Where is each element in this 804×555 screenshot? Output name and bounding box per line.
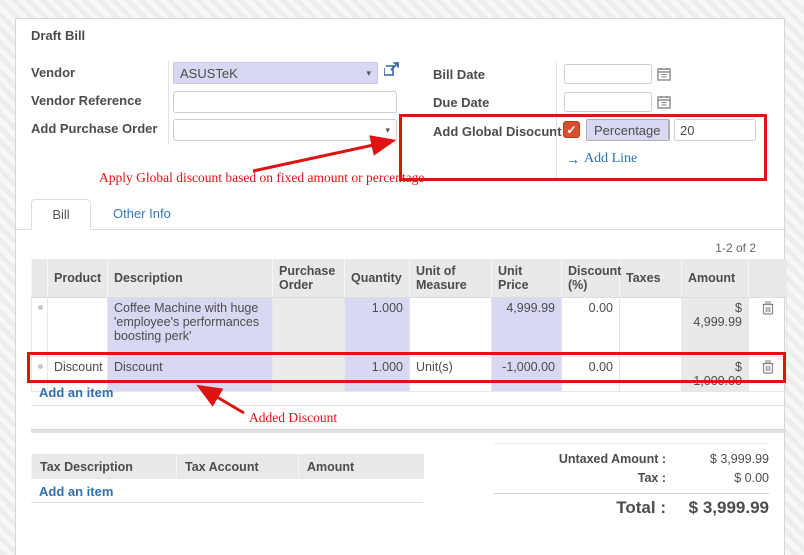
- tax-list-bottom-border: [31, 502, 423, 503]
- row-handle[interactable]: [32, 297, 48, 356]
- trash-icon[interactable]: [762, 304, 774, 318]
- cell-discount[interactable]: 0.00: [562, 356, 620, 391]
- global-discount-label: Add Global Disocunt: [433, 124, 562, 139]
- discount-type-value: Percentage: [587, 120, 668, 140]
- due-date-label: Due Date: [433, 95, 489, 110]
- table-row-discount: Discount Discount 1.000 Unit(s) -1,000.0…: [32, 356, 787, 391]
- column-handle: [32, 259, 48, 297]
- tab-bill[interactable]: Bill: [31, 199, 91, 230]
- cell-amount: $ 4,999.99: [682, 297, 749, 356]
- column-purchase-order: Purchase Order: [273, 259, 345, 297]
- pager[interactable]: 1-2 of 2: [606, 241, 756, 255]
- column-tax-description: Tax Description: [32, 454, 177, 479]
- list-bottom-border: [31, 405, 786, 406]
- global-discount-checkbox[interactable]: ✓: [563, 121, 580, 138]
- cell-unit-of-measure[interactable]: [410, 297, 492, 356]
- column-discount: Discount (%): [562, 259, 620, 297]
- column-tax-amount: Amount: [299, 454, 424, 479]
- tax-label: Tax :: [494, 471, 666, 485]
- vendor-select[interactable]: ASUSTeK ▾: [173, 62, 378, 84]
- calendar-icon[interactable]: [657, 95, 671, 109]
- table-row: Coffee Machine with huge 'employee's per…: [32, 297, 787, 356]
- due-date-field: [564, 92, 671, 112]
- cell-description[interactable]: Coffee Machine with huge 'employee's per…: [108, 297, 273, 356]
- column-taxes: Taxes: [620, 259, 682, 297]
- cell-taxes[interactable]: [620, 356, 682, 391]
- cell-quantity[interactable]: 1.000: [345, 297, 410, 356]
- check-icon: ✓: [566, 123, 576, 137]
- column-quantity: Quantity: [345, 259, 410, 297]
- vendor-reference-field-wrap: [173, 91, 397, 113]
- delete-row-cell: [749, 297, 787, 356]
- form-divider-left: [168, 61, 169, 145]
- delete-row-cell: [749, 356, 787, 391]
- tab-divider: [16, 229, 786, 230]
- totals-panel: Untaxed Amount : $ 3,999.99 Tax : $ 0.00…: [494, 443, 769, 518]
- drag-handle-icon: [38, 364, 43, 369]
- column-product: Product: [48, 259, 108, 297]
- bill-date-label: Bill Date: [433, 67, 485, 82]
- untaxed-amount-value: $ 3,999.99: [666, 452, 769, 466]
- total-label: Total :: [494, 498, 666, 518]
- vendor-reference-input[interactable]: [173, 91, 397, 113]
- cell-purchase-order[interactable]: [273, 297, 345, 356]
- vendor-select-value: ASUSTeK: [180, 66, 238, 81]
- chevron-down-icon: ▾: [385, 125, 390, 136]
- totals-divider: [494, 493, 769, 494]
- cell-purchase-order[interactable]: [273, 356, 345, 391]
- bill-date-input[interactable]: [564, 64, 652, 84]
- vendor-label: Vendor: [31, 65, 75, 80]
- cell-unit-price[interactable]: -1,000.00: [492, 356, 562, 391]
- add-line-label: Add Line: [584, 151, 637, 167]
- due-date-input[interactable]: [564, 92, 652, 112]
- bill-date-field: [564, 64, 671, 84]
- column-unit-of-measure: Unit of Measure: [410, 259, 492, 297]
- cell-taxes[interactable]: [620, 297, 682, 356]
- chevron-down-icon: ▾: [668, 120, 671, 140]
- chevron-down-icon: ▾: [366, 68, 371, 79]
- cell-description[interactable]: Discount: [108, 356, 273, 391]
- column-tax-account: Tax Account: [177, 454, 299, 479]
- tab-other-info[interactable]: Other Info: [113, 206, 171, 221]
- tax-row: Tax : $ 0.00: [494, 471, 769, 485]
- add-tax-item-link[interactable]: Add an item: [39, 484, 113, 499]
- trash-icon[interactable]: [762, 363, 774, 377]
- column-unit-price: Unit Price: [492, 259, 562, 297]
- discount-value-field-wrap: [674, 119, 756, 141]
- total-row: Total : $ 3,999.99: [494, 498, 769, 518]
- add-item-link[interactable]: Add an item: [39, 385, 113, 400]
- list-scroll-bar[interactable]: [31, 429, 786, 433]
- totals-top-border: [494, 443, 769, 444]
- vendor-reference-label: Vendor Reference: [31, 93, 142, 108]
- cell-discount[interactable]: 0.00: [562, 297, 620, 356]
- add-purchase-order-label: Add Purchase Order: [31, 121, 157, 136]
- column-description: Description: [108, 259, 273, 297]
- calendar-icon[interactable]: [657, 67, 671, 81]
- untaxed-amount-label: Untaxed Amount :: [494, 452, 666, 466]
- cell-unit-of-measure[interactable]: Unit(s): [410, 356, 492, 391]
- untaxed-amount-row: Untaxed Amount : $ 3,999.99: [494, 452, 769, 466]
- add-purchase-order-select[interactable]: ▾: [173, 119, 397, 141]
- column-amount: Amount: [682, 259, 749, 297]
- cell-quantity[interactable]: 1.000: [345, 356, 410, 391]
- discount-type-select[interactable]: Percentage ▾: [586, 119, 670, 141]
- page-title: Draft Bill: [31, 28, 85, 43]
- annotation-note-global-discount: Apply Global discount based on fixed amo…: [99, 170, 424, 186]
- form-divider-right: [556, 61, 557, 179]
- total-value: $ 3,999.99: [666, 498, 769, 518]
- column-delete: [749, 259, 787, 297]
- arrow-right-icon: →: [566, 151, 580, 167]
- tax-value: $ 0.00: [666, 471, 769, 485]
- tax-table: Tax Description Tax Account Amount: [31, 454, 424, 479]
- add-line-button[interactable]: → Add Line: [566, 151, 637, 167]
- cell-product[interactable]: [48, 297, 108, 356]
- cell-amount: $ -1,000.00: [682, 356, 749, 391]
- external-link-icon[interactable]: [384, 61, 400, 77]
- drag-handle-icon: [38, 305, 43, 310]
- annotation-note-added-discount: Added Discount: [249, 410, 337, 426]
- cell-unit-price[interactable]: 4,999.99: [492, 297, 562, 356]
- discount-value-input[interactable]: [674, 119, 756, 141]
- invoice-lines-table: Product Description Purchase Order Quant…: [31, 259, 787, 392]
- bill-form-sheet: Draft Bill Vendor Vendor Reference Add P…: [15, 18, 785, 555]
